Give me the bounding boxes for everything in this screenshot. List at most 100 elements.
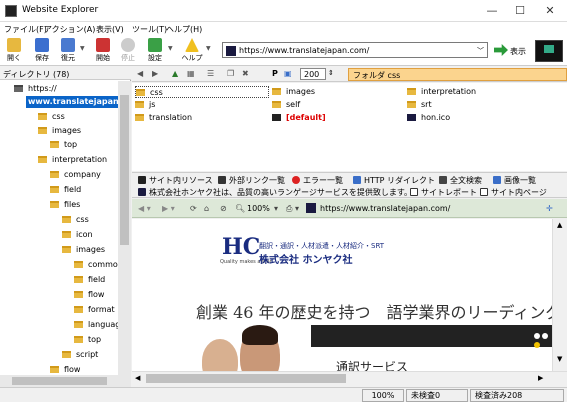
scroll-right-icon[interactable]: ▶ [538, 374, 543, 382]
page-hscroll-thumb[interactable] [146, 374, 346, 383]
icon-size-input[interactable]: 200 [300, 68, 326, 80]
stop-load-icon[interactable]: ⊘ [220, 204, 227, 213]
tree-item-root[interactable]: https:// [14, 83, 57, 95]
menu-file[interactable]: ファイル(F) [4, 24, 47, 35]
reload-icon[interactable]: ⟳ [190, 204, 197, 213]
list-icon[interactable]: ☰ [207, 69, 214, 78]
tree-item-common[interactable]: common [74, 259, 123, 271]
maximize-button[interactable]: ☐ [505, 3, 535, 19]
open-button[interactable]: 開く [3, 38, 25, 63]
crosshair-icon[interactable]: ✛ [546, 204, 553, 213]
tree-item-files[interactable]: files [50, 199, 80, 211]
browser-forward-icon[interactable]: ▶ ▾ [162, 204, 175, 213]
file-item-srt[interactable]: srt [407, 99, 432, 111]
go-button[interactable]: 表示 [510, 46, 526, 57]
save-button[interactable]: 保存 [31, 38, 53, 63]
company-logo-mark[interactable]: HC [222, 236, 260, 258]
zoom-icon[interactable]: 🔍︎ [235, 204, 245, 213]
tree-vscrollbar[interactable] [118, 81, 131, 375]
current-folder-label: フォルダ css [348, 68, 567, 81]
tab-site-report[interactable]: サイトレポート [410, 187, 477, 198]
close-button[interactable]: ✕ [535, 3, 565, 19]
tree-item-company[interactable]: company [50, 169, 101, 181]
scroll-left-icon[interactable]: ◀ [135, 374, 140, 382]
settings-button[interactable]: 設定 [144, 38, 166, 63]
tree-item-script[interactable]: script [62, 349, 98, 361]
menu-view[interactable]: 表示(V) [96, 24, 124, 35]
folder-icon [38, 156, 47, 163]
tree-item-site[interactable]: www.translatejapan [26, 96, 119, 108]
menu-action[interactable]: アクション(A) [44, 24, 95, 35]
delete-icon[interactable]: ✖ [242, 69, 249, 78]
folder-icon [74, 321, 83, 328]
file-item-js[interactable]: js [135, 99, 155, 111]
help-button[interactable]: ヘルプ [181, 38, 203, 63]
forward-icon[interactable]: ▶ [152, 69, 158, 78]
stop-button[interactable]: 停止 [117, 38, 139, 63]
file-item-hon-ico[interactable]: hon.ico [407, 112, 450, 124]
file-item-images[interactable]: images [272, 86, 315, 98]
tree-vscroll-thumb[interactable] [120, 95, 129, 245]
start-button[interactable]: 開始 [92, 38, 114, 63]
up-folder-icon[interactable]: ▲ [172, 69, 178, 78]
tree-item-images[interactable]: images [38, 125, 81, 137]
folder-open-icon [7, 38, 21, 52]
lock-icon [14, 85, 23, 92]
tree-item-interpretation[interactable]: interpretation [38, 154, 107, 166]
carousel-dots[interactable] [534, 332, 552, 350]
page-hscrollbar[interactable]: ◀ ▶ [132, 371, 567, 385]
tree-hscroll-thumb[interactable] [12, 377, 107, 385]
tree-item-css[interactable]: css [38, 111, 65, 123]
folder-icon [62, 216, 71, 223]
home-icon[interactable]: ⌂ [204, 204, 209, 213]
icon-size-stepper[interactable]: ⇕ [328, 69, 334, 77]
tree-hscrollbar[interactable] [0, 375, 131, 387]
menu-help[interactable]: ヘルプ(H) [166, 24, 202, 35]
tree-item-icon[interactable]: icon [62, 229, 93, 241]
zoom-mode-icon[interactable]: ▣ [284, 69, 292, 78]
url-input[interactable]: https://www.translatejapan.com/ ﹀ [222, 42, 488, 58]
settings-dropdown-icon[interactable]: ▼ [168, 45, 173, 52]
tree-item-images-field[interactable]: field [74, 274, 105, 286]
back-icon[interactable]: ◀ [137, 69, 143, 78]
copy-icon[interactable]: ❐ [227, 69, 234, 78]
font-size-icon[interactable]: P [272, 69, 278, 78]
url-dropdown-icon[interactable]: ﹀ [477, 46, 484, 56]
view-icon[interactable]: ▦ [187, 69, 195, 78]
restore-button[interactable]: 復元 [57, 38, 79, 63]
folder-icon [38, 113, 47, 120]
print-icon[interactable]: ⎙ ▾ [286, 204, 299, 214]
folder-icon [74, 291, 83, 298]
folder-icon [62, 351, 71, 358]
tree-item-files-images[interactable]: images [62, 244, 105, 256]
browser-url[interactable]: https://www.translatejapan.com/ [320, 204, 450, 213]
zoom-level[interactable]: 100% [247, 204, 270, 213]
folder-icon [50, 366, 59, 373]
zoom-dropdown-icon[interactable]: ▾ [274, 204, 278, 213]
restore-dropdown-icon[interactable]: ▼ [80, 45, 85, 52]
file-item-default[interactable]: [default] [272, 112, 326, 124]
tree-item-format[interactable]: format [74, 304, 115, 316]
minimize-button[interactable]: — [477, 3, 507, 19]
file-item-css[interactable]: css [135, 86, 269, 98]
tab-page-title[interactable]: 株式会社ホンヤク社は、品質の高いランゲージサービスを提供致します。 [138, 187, 412, 198]
help-dropdown-icon[interactable]: ▼ [206, 45, 211, 52]
file-item-self[interactable]: self [272, 99, 300, 111]
ico-file-icon [407, 114, 416, 121]
scroll-up-icon[interactable]: ▲ [557, 221, 562, 229]
menu-tools[interactable]: ツール(T) [132, 24, 167, 35]
favicon-icon [226, 46, 236, 56]
tree-item-images-top[interactable]: top [74, 334, 101, 346]
hero-banner[interactable]: 通訳サービス [196, 325, 552, 371]
tree-item-files-css[interactable]: css [62, 214, 89, 226]
browser-back-icon[interactable]: ◀ ▾ [138, 204, 151, 213]
file-item-translation[interactable]: translation [135, 112, 192, 124]
tab-site-pages[interactable]: サイト内ページ [480, 187, 547, 198]
file-item-interpretation[interactable]: interpretation [407, 86, 476, 98]
tree-item-top[interactable]: top [50, 139, 77, 151]
scroll-down-icon[interactable]: ▼ [557, 355, 562, 363]
page-vscrollbar[interactable]: ▲ ▼ [552, 219, 567, 371]
tree-item-images-flow[interactable]: flow [74, 289, 104, 301]
tree-item-field[interactable]: field [50, 184, 81, 196]
directory-header: ディレクトリ (78) [0, 67, 131, 80]
